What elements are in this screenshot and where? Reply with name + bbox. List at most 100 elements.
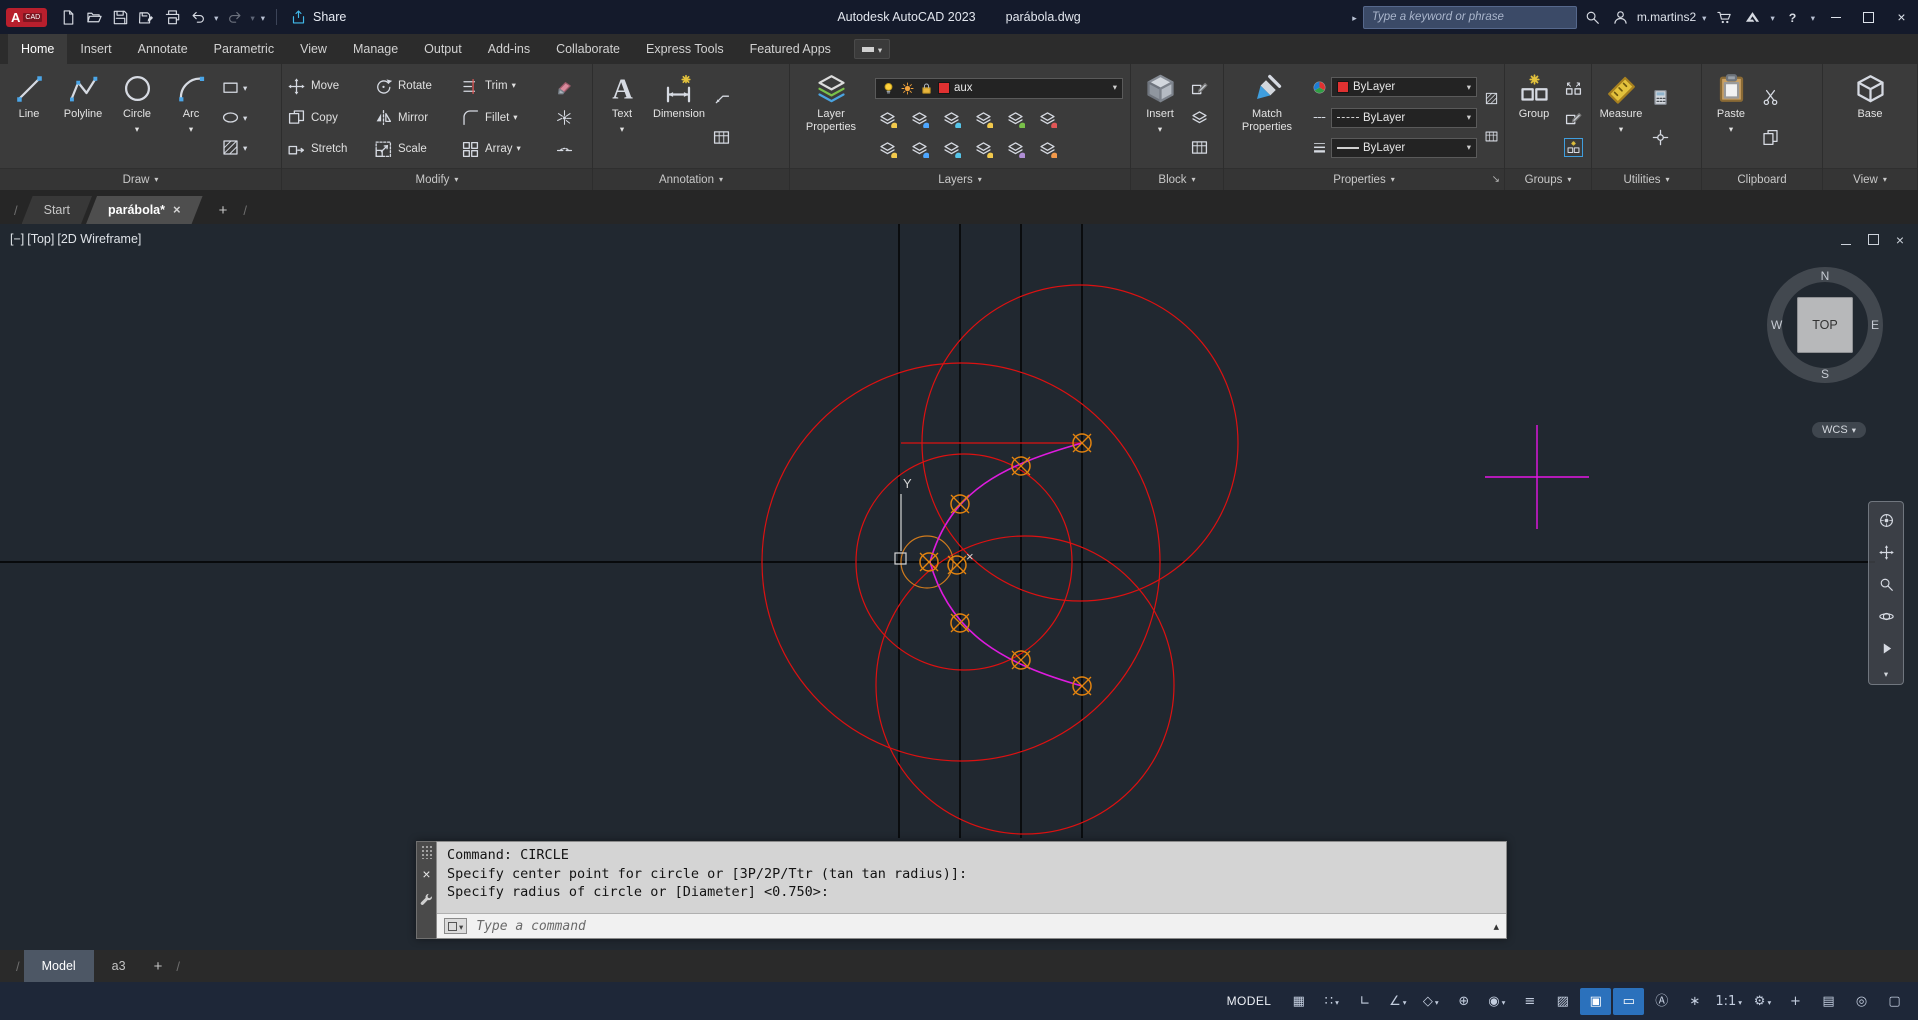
file-tab-start[interactable]: Start	[22, 196, 92, 224]
join-button[interactable]	[555, 138, 574, 157]
polyline-button[interactable]: Polyline	[57, 67, 109, 168]
compass-east[interactable]: E	[1871, 318, 1879, 332]
drawing-viewport[interactable]: Y× [−] [Top] [2D Wireframe] N E S W TOP …	[0, 224, 1918, 950]
command-history-toggle-icon[interactable]	[1493, 919, 1499, 933]
search-expand-icon[interactable]	[1350, 10, 1359, 24]
annotation-visibility-icon[interactable]: Ⓐ	[1646, 988, 1677, 1015]
edit-attributes-button[interactable]	[1190, 78, 1209, 97]
panel-label-utilities[interactable]: Utilities	[1592, 168, 1701, 190]
clean-screen-icon[interactable]: ▢	[1879, 988, 1910, 1015]
viewport-visual-style-menu[interactable]: [2D Wireframe]	[57, 232, 141, 246]
layer-unlock-icon[interactable]	[974, 139, 993, 158]
tab-view[interactable]: View	[287, 34, 340, 64]
command-customize-icon[interactable]	[419, 892, 434, 907]
properties-dialog-launcher[interactable]	[1492, 173, 1500, 185]
layout-tab-model[interactable]: Model	[23, 950, 94, 982]
plot-icon[interactable]	[160, 4, 184, 30]
layer-off-icon[interactable]	[878, 109, 897, 128]
drawing-close-icon[interactable]	[1896, 233, 1904, 248]
group-selection-toggle[interactable]	[1564, 138, 1583, 157]
table-button[interactable]	[712, 128, 731, 147]
annotation-autoscale-icon[interactable]: ∗	[1679, 988, 1710, 1015]
username[interactable]: m.martins2	[1637, 10, 1696, 24]
tab-express-tools[interactable]: Express Tools	[633, 34, 737, 64]
manage-attributes-button[interactable]	[1190, 138, 1209, 157]
annotation-scale-icon[interactable]: 1:1	[1712, 988, 1745, 1015]
panel-label-annotation[interactable]: Annotation	[593, 168, 789, 190]
cut-button[interactable]	[1761, 88, 1780, 107]
showmotion-button[interactable]	[1872, 634, 1900, 663]
search-icon[interactable]	[1581, 4, 1605, 30]
selection-cycling-icon[interactable]: ▣	[1580, 987, 1612, 1015]
command-window[interactable]: Command: CIRCLE Specify center point for …	[416, 841, 1507, 939]
panel-label-groups[interactable]: Groups	[1505, 168, 1591, 190]
layer-match-icon[interactable]	[1038, 109, 1057, 128]
transparency-icon[interactable]: ▨	[1547, 988, 1578, 1015]
group-button[interactable]: Group	[1508, 67, 1560, 168]
tab-home[interactable]: Home	[8, 34, 68, 64]
recent-commands-button[interactable]	[444, 917, 468, 935]
layer-select[interactable]: aux	[875, 77, 1123, 99]
layer-on-icon[interactable]	[878, 139, 897, 158]
dimension-button[interactable]: Dimension	[650, 67, 708, 168]
panel-label-draw[interactable]: Draw	[0, 168, 281, 190]
autodesk-menu-caret-icon[interactable]	[1768, 11, 1776, 24]
undo-caret-icon[interactable]	[212, 11, 220, 24]
view-cube-top-face[interactable]: TOP	[1797, 297, 1853, 353]
grid-icon[interactable]: ▦	[1283, 988, 1314, 1015]
full-navigation-wheel-button[interactable]	[1872, 506, 1900, 535]
quick-calc-button[interactable]	[1651, 88, 1670, 107]
dynamic-input-icon[interactable]: ▭	[1613, 987, 1645, 1015]
layer-freeze-icon[interactable]	[942, 109, 961, 128]
open-icon[interactable]	[82, 4, 106, 30]
save-icon[interactable]	[108, 4, 132, 30]
autocad-logo[interactable]: A CAD	[6, 7, 48, 27]
search-input[interactable]	[1362, 5, 1577, 29]
tab-parametric[interactable]: Parametric	[201, 34, 287, 64]
hatch-button[interactable]	[221, 138, 247, 157]
text-button[interactable]: Text	[596, 67, 648, 168]
panel-label-clipboard[interactable]: Clipboard	[1702, 168, 1822, 190]
tab-annotate[interactable]: Annotate	[125, 34, 201, 64]
undo-icon[interactable]	[186, 4, 210, 30]
ribbon-display-toggle[interactable]	[853, 38, 891, 60]
save-as-icon[interactable]	[134, 4, 158, 30]
copy-button[interactable]: Copy	[285, 105, 372, 130]
ungroup-button[interactable]	[1564, 78, 1583, 97]
id-point-button[interactable]	[1651, 128, 1670, 147]
move-button[interactable]: Move	[285, 74, 372, 99]
qat-customize-caret-icon[interactable]	[259, 11, 267, 24]
view-cube[interactable]: N E S W TOP	[1750, 250, 1900, 400]
orbit-button[interactable]	[1872, 602, 1900, 631]
panel-label-block[interactable]: Block	[1131, 168, 1223, 190]
scale-button[interactable]: Scale	[372, 137, 459, 162]
ellipse-button[interactable]	[221, 108, 247, 127]
share-button[interactable]: Share	[313, 10, 346, 24]
panel-label-layers[interactable]: Layers	[790, 168, 1130, 190]
mirror-button[interactable]: Mirror	[372, 105, 459, 130]
layer-make-current-icon[interactable]	[1006, 109, 1025, 128]
wcs-menu[interactable]: WCS	[1812, 422, 1866, 438]
compass-west[interactable]: W	[1771, 318, 1782, 332]
layer-unisolate-icon[interactable]	[910, 139, 929, 158]
new-document-icon[interactable]	[56, 4, 80, 30]
minimize-button[interactable]	[1821, 0, 1850, 34]
snap-mode-icon[interactable]: ∷	[1316, 988, 1347, 1015]
erase-button[interactable]	[555, 78, 574, 97]
lineweight-select[interactable]: ByLayer	[1331, 137, 1477, 158]
new-layout-button[interactable]	[144, 958, 173, 975]
panel-label-properties[interactable]: Properties	[1224, 168, 1504, 190]
tab-output[interactable]: Output	[411, 34, 475, 64]
command-input[interactable]	[474, 917, 1487, 935]
compass-north[interactable]: N	[1821, 269, 1830, 283]
layout-tab-a3[interactable]: a3	[94, 950, 144, 982]
layer-lock-icon[interactable]	[974, 109, 993, 128]
redo-icon[interactable]	[222, 4, 246, 30]
layer-thaw-icon[interactable]	[942, 139, 961, 158]
lineweight-icon[interactable]: ≡	[1514, 988, 1545, 1015]
layer-properties-button[interactable]: Layer Properties	[793, 67, 869, 168]
quick-properties-icon[interactable]: ▤	[1813, 988, 1844, 1015]
redo-caret-icon[interactable]	[248, 11, 256, 24]
polar-tracking-icon[interactable]: ∠	[1382, 988, 1413, 1015]
stretch-button[interactable]: Stretch	[285, 137, 372, 162]
